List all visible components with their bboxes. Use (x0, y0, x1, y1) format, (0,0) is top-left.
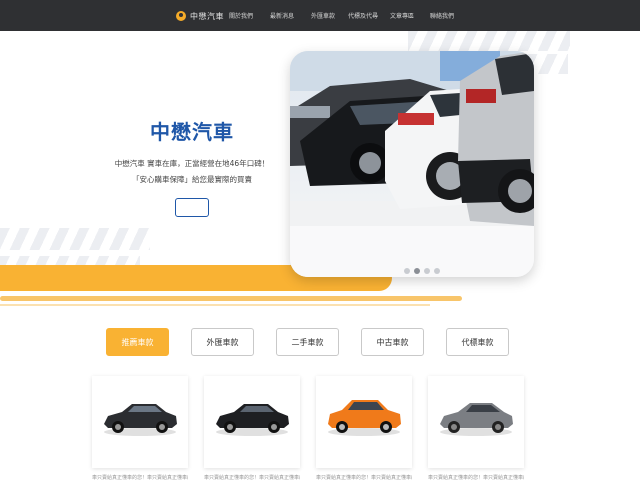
carousel-dots (404, 268, 440, 274)
nav-link-news[interactable]: 最新消息 (270, 11, 294, 20)
hero-desc-line: 「安心購車保障」給您最實際的買賣 (132, 175, 252, 184)
nav-link-articles[interactable]: 文章專區 (390, 11, 414, 20)
tab-imported[interactable]: 外匯車款 (191, 328, 254, 356)
car-card-caption: 車只賣給真正懂車的您！車只賣給真正懂車的您 (204, 475, 300, 480)
car-card[interactable] (92, 376, 188, 468)
nav-link-bid-search[interactable]: 代標及代尋 (348, 11, 378, 20)
decor-orange-line (0, 304, 430, 306)
brand[interactable]: 中懋汽車 (176, 9, 224, 23)
tab-used[interactable]: 二手車款 (276, 328, 339, 356)
brand-logo-icon (176, 11, 186, 21)
tab-secondhand[interactable]: 中古車款 (361, 328, 424, 356)
car-card[interactable] (316, 376, 412, 468)
nav-link-about[interactable]: 關於我們 (229, 11, 253, 20)
hero-cta-button[interactable] (175, 198, 209, 217)
car-card[interactable] (204, 376, 300, 468)
car-card-caption: 車只賣給真正懂車的您！車只賣給真正懂車的您 (316, 475, 412, 480)
car-card-caption: 車只賣給真正懂車的您！車只賣給真正懂車的您 (92, 475, 188, 480)
top-nav: 中懋汽車 關於我們 最新消息 外匯車款 代標及代尋 文章專區 聯絡我們 (0, 0, 640, 31)
brand-name: 中懋汽車 (190, 11, 224, 21)
hero-desc-line: 中懋汽車 實車在庫，正當經營在地46年口碑！ (114, 159, 270, 168)
hero-description: 中懋汽車 實車在庫，正當經營在地46年口碑！ 「安心購車保障」給您最實際的買賣 (82, 156, 302, 188)
decor-stripes (0, 228, 150, 250)
nav-link-imports[interactable]: 外匯車款 (311, 11, 335, 20)
car-card-caption: 車只賣給真正懂車的您！車只賣給真正懂車的您 (428, 475, 524, 480)
car-image (440, 403, 513, 436)
carousel-dot[interactable] (424, 268, 430, 274)
car-image (104, 404, 177, 436)
tab-bid[interactable]: 代標車款 (446, 328, 509, 356)
car-card[interactable] (428, 376, 524, 468)
showroom-cars-photo (290, 51, 534, 277)
car-image (216, 404, 289, 436)
tab-recommended[interactable]: 推薦車款 (106, 328, 169, 356)
car-image (328, 400, 401, 436)
carousel-dot[interactable] (434, 268, 440, 274)
carousel-dot[interactable] (414, 268, 420, 274)
nav-link-contact[interactable]: 聯絡我們 (430, 11, 454, 20)
carousel-dot[interactable] (404, 268, 410, 274)
hero-title: 中懋汽車 (150, 120, 234, 144)
decor-orange-line (0, 296, 462, 301)
decor-stripes (408, 31, 570, 51)
hero-carousel-image[interactable] (290, 51, 534, 277)
